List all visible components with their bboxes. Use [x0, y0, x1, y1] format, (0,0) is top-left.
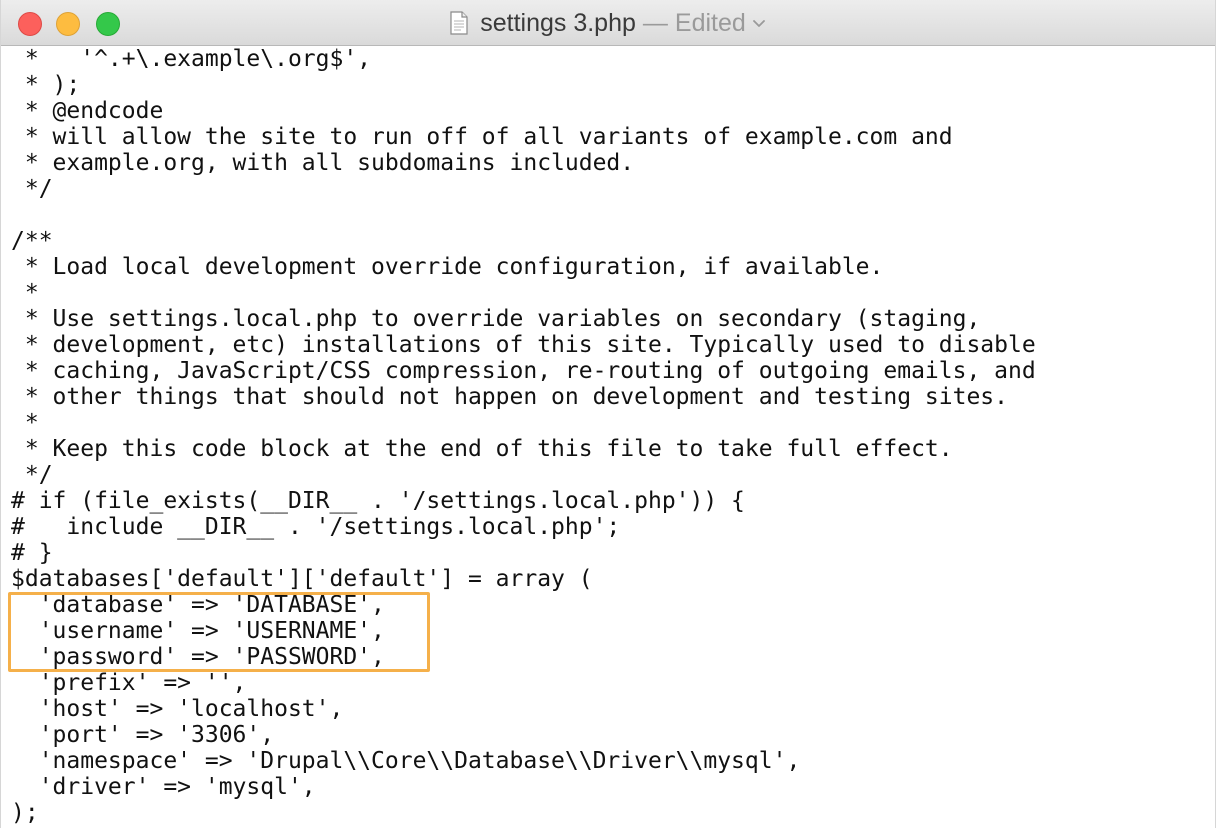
window-title[interactable]: settings 3.php — Edited	[1, 0, 1215, 46]
document-filename: settings 3.php	[480, 8, 636, 37]
code-line: 'driver' => 'mysql',	[11, 774, 316, 800]
code-line: * @endcode	[11, 98, 164, 124]
code-line: 'namespace' => 'Drupal\\Core\\Database\\…	[11, 748, 801, 774]
code-line: *	[11, 410, 39, 436]
code-line: 'prefix' => '',	[11, 670, 247, 696]
code-line: 'username' => 'USERNAME',	[11, 618, 385, 644]
code-line: # include __DIR__ . '/settings.local.php…	[11, 514, 621, 540]
code-line: */	[11, 462, 53, 488]
text-editor-window: settings 3.php — Edited * '^.+\.example\…	[0, 0, 1216, 828]
code-line: * example.org, with all subdomains inclu…	[11, 150, 635, 176]
code-line: /**	[11, 228, 53, 254]
document-icon	[450, 11, 468, 35]
title-separator: —	[642, 8, 668, 37]
code-line: * Load local development override config…	[11, 254, 884, 280]
code-line: * development, etc) installations of thi…	[11, 332, 1036, 358]
code-line: * will allow the site to run off of all …	[11, 124, 953, 150]
code-line: * caching, JavaScript/CSS compression, r…	[11, 358, 1036, 384]
title-bar[interactable]: settings 3.php — Edited	[1, 0, 1215, 46]
code-line: 'database' => 'DATABASE',	[11, 592, 385, 618]
code-line: * );	[11, 72, 81, 98]
document-status: Edited	[674, 8, 746, 37]
code-line: # }	[11, 540, 53, 566]
code-line: 'port' => '3306',	[11, 722, 275, 748]
code-line: 'host' => 'localhost',	[11, 696, 344, 722]
code-line: 'password' => 'PASSWORD',	[11, 644, 385, 670]
text-editor-area[interactable]: * '^.+\.example\.org$', * ); * @endcode …	[1, 46, 1215, 828]
code-line: );	[11, 800, 39, 826]
code-line: # if (file_exists(__DIR__ . '/settings.l…	[11, 488, 745, 514]
chevron-down-icon[interactable]	[752, 16, 766, 30]
code-line: */	[11, 176, 53, 202]
code-content: * '^.+\.example\.org$', * ); * @endcode …	[11, 46, 1036, 826]
code-line: * '^.+\.example\.org$',	[11, 46, 372, 72]
code-line: * Keep this code block at the end of thi…	[11, 436, 953, 462]
code-line: *	[11, 280, 39, 306]
code-line: $databases['default']['default'] = array…	[11, 566, 593, 592]
code-line: * other things that should not happen on…	[11, 384, 1008, 410]
code-line: * Use settings.local.php to override var…	[11, 306, 981, 332]
